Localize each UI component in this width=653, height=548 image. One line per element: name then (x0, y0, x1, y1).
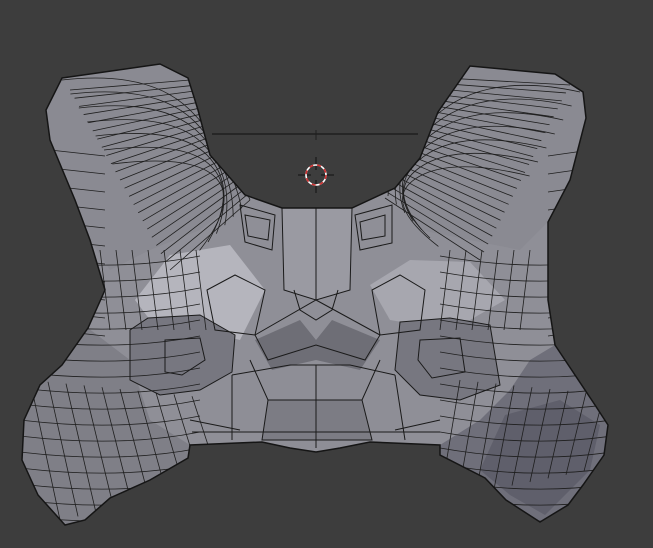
chest-armor-mesh[interactable] (20, 63, 622, 526)
shade-center-plate (282, 208, 352, 300)
viewport-canvas[interactable] (0, 0, 653, 548)
shade-lower-center-dark (262, 400, 372, 440)
3d-cursor-icon[interactable] (298, 157, 334, 193)
3d-viewport[interactable] (0, 0, 653, 548)
